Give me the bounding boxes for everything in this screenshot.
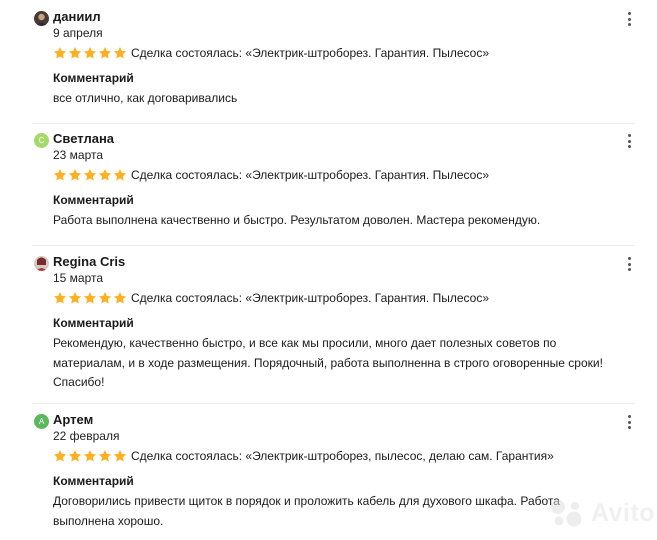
avatar-letter: С <box>38 136 45 145</box>
avatar[interactable]: С <box>34 133 49 148</box>
star-icon <box>53 450 67 462</box>
divider <box>32 245 635 246</box>
review-date: 15 марта <box>53 271 104 285</box>
comment-label: Комментарий <box>53 71 134 85</box>
star-icon <box>113 450 127 462</box>
review-date: 9 апреля <box>53 26 103 40</box>
star-icon <box>98 292 112 304</box>
author-name[interactable]: Светлана <box>53 131 114 147</box>
divider <box>32 123 635 124</box>
deal-text: Сделка состоялась: «Электрик-штроборез. … <box>131 46 490 60</box>
star-icon <box>68 292 82 304</box>
star-icon <box>113 47 127 59</box>
more-vertical-icon[interactable] <box>624 256 636 272</box>
star-icon <box>53 47 67 59</box>
rating-stars <box>53 291 127 305</box>
star-icon <box>83 292 97 304</box>
comment-text: все отлично, как договаривались <box>53 91 238 105</box>
star-icon <box>113 292 127 304</box>
deal-text: Сделка состоялась: «Электрик-штроборез. … <box>131 291 490 305</box>
watermark-text: Avito <box>591 499 656 527</box>
star-icon <box>83 450 97 462</box>
more-vertical-icon[interactable] <box>624 133 636 149</box>
review-date: 22 февраля <box>53 429 120 443</box>
comment-text: Рекомендую, качественно быстро, и все ка… <box>53 336 603 389</box>
star-icon <box>83 169 97 181</box>
star-icon <box>98 169 112 181</box>
review-date: 23 марта <box>53 148 104 162</box>
avito-logo-icon <box>551 500 582 527</box>
star-icon <box>68 169 82 181</box>
star-icon <box>68 47 82 59</box>
avatar-letter: А <box>38 417 45 426</box>
avatar[interactable] <box>34 11 49 26</box>
deal-text: Сделка состоялась: «Электрик-штроборез, … <box>131 449 554 463</box>
comment-label: Комментарий <box>53 193 134 207</box>
star-icon <box>68 450 82 462</box>
avatar[interactable]: А <box>34 414 49 429</box>
comment-label: Комментарий <box>53 316 134 330</box>
author-name[interactable]: Артем <box>53 412 93 428</box>
star-icon <box>98 47 112 59</box>
rating-stars <box>53 46 127 60</box>
more-vertical-icon[interactable] <box>624 11 636 27</box>
deal-text: Сделка состоялась: «Электрик-штроборез. … <box>131 168 490 182</box>
comment-text: Договорились привести щиток в порядок и … <box>53 494 560 528</box>
star-icon <box>113 169 127 181</box>
star-icon <box>53 292 67 304</box>
divider <box>32 403 635 404</box>
star-icon <box>83 47 97 59</box>
rating-stars <box>53 449 127 463</box>
avatar[interactable] <box>34 256 49 271</box>
more-vertical-icon[interactable] <box>624 414 636 430</box>
star-icon <box>53 169 67 181</box>
author-name[interactable]: даниил <box>53 9 101 25</box>
star-icon <box>98 450 112 462</box>
avito-watermark: Avito <box>549 498 655 528</box>
author-name[interactable]: Regina Cris <box>53 254 125 270</box>
comment-label: Комментарий <box>53 474 134 488</box>
comment-text: Работа выполнена качественно и быстро. Р… <box>53 213 541 227</box>
rating-stars <box>53 168 127 182</box>
